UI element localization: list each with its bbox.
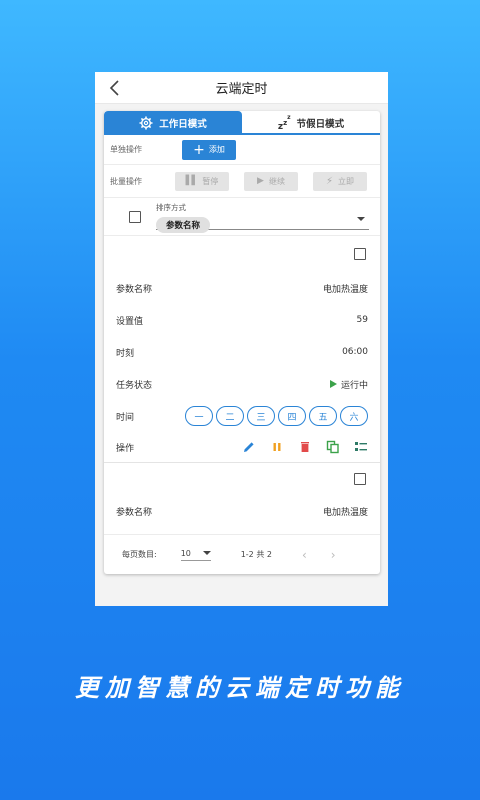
moment-row: 时刻 06:00 bbox=[104, 336, 380, 368]
phone-screen: 云端定时 工作日模式 zzz 节假日模式 单独操作 + 添加 批量操作 ▌▌ 暂… bbox=[95, 72, 388, 606]
chevron-down-icon bbox=[357, 217, 365, 221]
per-page-select[interactable]: 10 bbox=[180, 548, 211, 561]
plus-icon: + bbox=[193, 141, 205, 158]
run-now-icon: ⚡ bbox=[325, 175, 334, 187]
set-value-row: 设置值 59 bbox=[104, 304, 380, 336]
batch-op-row: 批量操作 ▌▌ 暂停 ▶ 继续 ⚡ 立即 bbox=[104, 165, 380, 198]
day-chip-tue[interactable]: 二 bbox=[216, 406, 244, 426]
ops-label: 操作 bbox=[116, 443, 135, 454]
play-icon: ▶ bbox=[257, 176, 264, 186]
tab-workday-label: 工作日模式 bbox=[159, 119, 207, 130]
weekday-chips: 一 二 三 四 五 六 bbox=[185, 406, 368, 426]
sort-select[interactable]: 排序方式 参数名称 bbox=[156, 202, 369, 233]
page-title: 云端定时 bbox=[215, 82, 268, 97]
pagination: 每页数目: 10 1-2 共 2 ‹ › bbox=[104, 534, 380, 574]
run-now-label: 立即 bbox=[338, 176, 355, 186]
item-checkbox[interactable] bbox=[354, 473, 366, 485]
day-chip-wed[interactable]: 三 bbox=[247, 406, 275, 426]
promo-tagline: 更加智慧的云端定时功能 bbox=[75, 673, 405, 702]
set-value-value: 59 bbox=[356, 315, 368, 325]
day-chip-sat[interactable]: 六 bbox=[340, 406, 368, 426]
time-label: 时间 bbox=[116, 412, 135, 423]
ops-row: 操作 bbox=[104, 432, 380, 462]
param-name-row: 参数名称 电加热温度 bbox=[104, 495, 380, 527]
status-badge: 运行中 bbox=[329, 378, 368, 391]
continue-all-label: 继续 bbox=[268, 176, 285, 186]
task-item: 参数名称 电加热温度 bbox=[104, 463, 380, 527]
param-name-value: 电加热温度 bbox=[322, 507, 368, 518]
running-play-icon bbox=[329, 380, 337, 388]
sort-chip: 参数名称 bbox=[156, 217, 211, 233]
per-page-value: 10 bbox=[180, 548, 191, 558]
app-bar: 云端定时 bbox=[95, 72, 388, 104]
copy-icon[interactable] bbox=[326, 440, 340, 454]
ops-buttons bbox=[242, 440, 368, 454]
pause-all-button[interactable]: ▌▌ 暂停 bbox=[175, 171, 229, 191]
batch-op-label: 批量操作 bbox=[110, 176, 142, 186]
sort-caption: 排序方式 bbox=[156, 203, 186, 212]
param-name-label: 参数名称 bbox=[116, 507, 153, 518]
set-value-label: 设置值 bbox=[116, 316, 144, 327]
status-row: 任务状态 运行中 bbox=[104, 368, 380, 400]
day-chip-thu[interactable]: 四 bbox=[278, 406, 306, 426]
single-op-row: 单独操作 + 添加 bbox=[104, 135, 380, 165]
status-label: 任务状态 bbox=[116, 380, 153, 391]
param-name-value: 电加热温度 bbox=[322, 284, 368, 295]
param-name-label: 参数名称 bbox=[116, 284, 153, 295]
schedule-card: 工作日模式 zzz 节假日模式 单独操作 + 添加 批量操作 ▌▌ 暂停 ▶ 继… bbox=[104, 111, 380, 574]
edit-icon[interactable] bbox=[242, 440, 256, 454]
day-chip-mon[interactable]: 一 bbox=[185, 406, 213, 426]
status-value: 运行中 bbox=[340, 380, 368, 391]
sleep-icon: zzz bbox=[277, 114, 291, 132]
list-detail-icon[interactable] bbox=[354, 440, 368, 454]
mode-tabs: 工作日模式 zzz 节假日模式 bbox=[104, 111, 380, 135]
per-page-label: 每页数目: bbox=[122, 550, 157, 559]
sort-row: 排序方式 参数名称 bbox=[104, 198, 380, 236]
continue-all-button[interactable]: ▶ 继续 bbox=[244, 171, 298, 191]
add-button-label: 添加 bbox=[208, 145, 225, 154]
tab-workday[interactable]: 工作日模式 bbox=[104, 111, 242, 135]
tab-holiday[interactable]: zzz 节假日模式 bbox=[242, 111, 380, 135]
param-name-row: 参数名称 电加热温度 bbox=[104, 272, 380, 304]
pause-icon: ▌▌ bbox=[185, 176, 199, 186]
single-op-label: 单独操作 bbox=[110, 145, 142, 154]
day-chip-fri[interactable]: 五 bbox=[309, 406, 337, 426]
task-item: 参数名称 电加热温度 设置值 59 时刻 06:00 任务状态 运行中 时间 一… bbox=[104, 236, 380, 463]
tab-indicator bbox=[104, 133, 380, 135]
select-all-checkbox[interactable] bbox=[129, 210, 141, 223]
page-nav: ‹ › bbox=[302, 548, 336, 562]
run-now-button[interactable]: ⚡ 立即 bbox=[313, 171, 367, 191]
prev-page-icon[interactable]: ‹ bbox=[302, 548, 307, 562]
delete-icon[interactable] bbox=[298, 440, 312, 454]
tab-holiday-label: 节假日模式 bbox=[296, 119, 345, 130]
item-checkbox[interactable] bbox=[354, 248, 366, 260]
gear-icon bbox=[139, 116, 153, 130]
chevron-down-icon bbox=[202, 551, 211, 555]
pause-icon[interactable] bbox=[270, 440, 284, 454]
moment-label: 时刻 bbox=[116, 348, 135, 359]
moment-value: 06:00 bbox=[342, 347, 368, 357]
back-arrow-icon[interactable] bbox=[107, 79, 123, 97]
pause-all-label: 暂停 bbox=[202, 176, 219, 186]
next-page-icon[interactable]: › bbox=[331, 548, 336, 562]
page-range: 1-2 共 2 bbox=[240, 550, 272, 559]
add-button[interactable]: + 添加 bbox=[182, 139, 236, 160]
time-row: 时间 一 二 三 四 五 六 bbox=[104, 400, 380, 432]
